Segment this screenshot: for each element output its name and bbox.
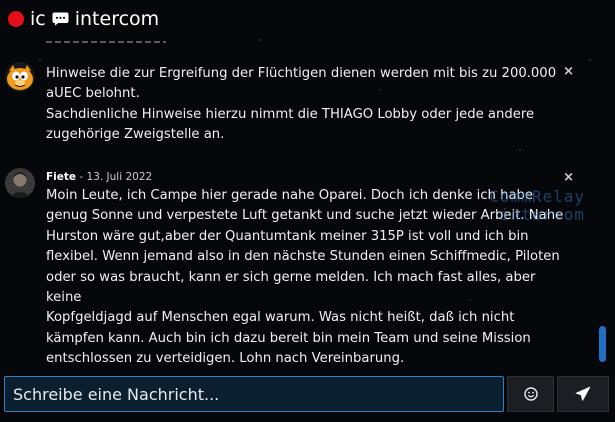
message-line: flexibel. Wenn jemand also in den nächst… xyxy=(46,249,560,265)
message-line: kämpfen kann. Auch bin ich dazu bereit b… xyxy=(46,330,531,346)
message-line: entschlossen zu verteidigen. Lohn nach V… xyxy=(46,351,405,367)
paper-plane-icon xyxy=(575,386,591,401)
emoji-button[interactable] xyxy=(507,376,554,412)
app-header: ic intercom xyxy=(8,7,159,31)
status-dot xyxy=(8,11,24,27)
message-line: Kopfgeldjagd auf Menschen egal warum. Wa… xyxy=(46,310,515,326)
brand-prefix: ic xyxy=(30,8,46,30)
message-date: - 13. Juli 2022 xyxy=(76,171,153,183)
clipped-previous-text xyxy=(46,38,166,44)
message-line: aUEC belohnt. xyxy=(46,86,140,102)
message-text: Fiete - 13. Juli 2022 Moin Leute, ich Ca… xyxy=(46,170,566,370)
scrollbar-thumb[interactable] xyxy=(599,326,606,362)
send-button[interactable] xyxy=(557,376,609,412)
message-line: Moin Leute, ich Campe hier gerade nahe O… xyxy=(46,188,534,203)
message-line: zugehörige Zweigstelle an. xyxy=(46,127,225,143)
message-line: genug Sonne und verpestete Luft getankt … xyxy=(46,208,564,224)
message-text: Hinweise die zur Ergreifung der Flüchtig… xyxy=(46,64,566,146)
close-icon[interactable]: × xyxy=(563,170,574,185)
dark-portrait-avatar[interactable] xyxy=(5,168,35,198)
garfield-avatar[interactable] xyxy=(5,62,35,92)
close-icon[interactable]: × xyxy=(563,64,574,79)
message-line: Hinweise die zur Ergreifung der Flüchtig… xyxy=(46,66,557,81)
message-meta: Fiete - 13. Juli 2022 xyxy=(46,170,566,184)
message-input[interactable] xyxy=(5,377,503,411)
brand-name: intercom xyxy=(74,8,160,30)
message-author[interactable]: Fiete xyxy=(46,171,76,183)
message-line: oder so was braucht, kann er sich gerne … xyxy=(46,269,536,306)
message-line: Hurston wäre gut,aber der Quantumtank me… xyxy=(46,228,529,244)
chat-bubble-icon xyxy=(52,12,69,26)
emoji-icon xyxy=(523,387,538,401)
message-line: Sachdienliche Hinweise hierzu nimmt die … xyxy=(46,106,535,122)
message-input-container xyxy=(4,376,504,412)
